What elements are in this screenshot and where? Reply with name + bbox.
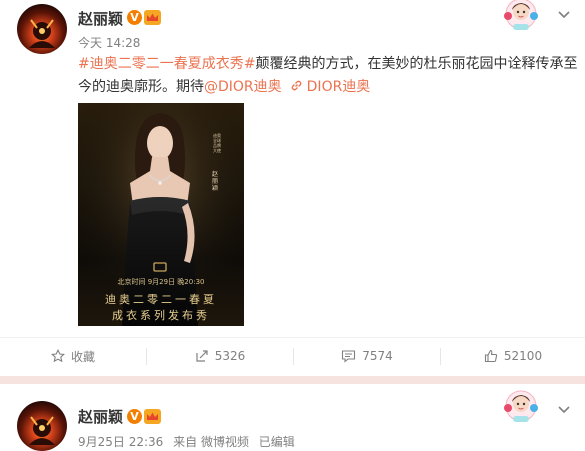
post-content: #迪奥二零二一春夏成衣秀#颠覆经典的方式，在美妙的杜乐丽花园中诠释传承至今的迪奥… — [78, 53, 578, 99]
like-button[interactable]: 52100 — [441, 338, 585, 374]
dior-link-label: DIOR迪奥 — [306, 79, 371, 95]
weibo-post: 赵丽颖 V 今天 14:28 #迪奥二零二一春夏成衣秀#颠覆经典的方式，在美妙的… — [0, 0, 585, 376]
dior-web-link[interactable]: DIOR迪奥 — [290, 79, 371, 95]
chevron-down-icon[interactable] — [557, 10, 571, 20]
avatar[interactable] — [17, 401, 67, 451]
post-image[interactable]: 迪奥全球品牌大使 赵丽颖 北京时间 9月29日 晚20:30 迪奥二零二一春夏 … — [78, 103, 244, 326]
poster-side-name: 赵丽颖 — [212, 171, 220, 192]
post-time[interactable]: 9月25日 22:36 — [78, 435, 163, 449]
verified-badge-icon: V — [127, 409, 142, 424]
favorite-label: 收藏 — [70, 349, 95, 364]
poster-side-caption-text: 迪奥全球品牌大使 — [213, 133, 221, 153]
avatar-image — [29, 416, 55, 445]
avatar[interactable] — [17, 4, 67, 54]
thumbs-up-icon — [484, 349, 498, 363]
comment-icon — [342, 350, 356, 363]
like-count: 52100 — [503, 349, 543, 363]
favorite-button[interactable]: 收藏 — [0, 338, 146, 374]
action-bar: 收藏 5326 7574 52100 — [0, 337, 585, 373]
author-name[interactable]: 赵丽颖 — [78, 8, 123, 29]
repost-count: 5326 — [214, 349, 246, 363]
post-time[interactable]: 今天 14:28 — [78, 36, 140, 50]
poster-side-name-text: 赵丽颖 — [212, 171, 219, 192]
repost-icon — [196, 350, 208, 362]
repost-button[interactable]: 5326 — [147, 338, 293, 374]
weibo-post: 赵丽颖 V 9月25日 22:36 来自 微博视频 已编辑 — [0, 384, 585, 451]
poster-side-caption: 迪奥全球品牌大使 — [213, 133, 221, 153]
edited-label[interactable]: 已编辑 — [259, 435, 295, 449]
poster-title-line1: 迪奥二零二一春夏 — [105, 293, 217, 306]
feed-separator — [0, 376, 585, 384]
fan-badge-icon[interactable] — [499, 0, 543, 34]
link-icon — [291, 80, 302, 91]
post-source[interactable]: 来自 微博视频 — [173, 435, 249, 449]
vip-crown-icon[interactable] — [144, 10, 161, 25]
hashtag-link[interactable]: #迪奥二零二一春夏成衣秀# — [78, 56, 255, 72]
fan-badge-icon[interactable] — [499, 386, 543, 426]
star-icon — [50, 349, 65, 363]
mention-link[interactable]: @DIOR迪奥 — [204, 79, 282, 95]
chevron-down-icon[interactable] — [557, 405, 571, 415]
vip-crown-icon[interactable] — [144, 409, 161, 424]
verified-badge-icon: V — [127, 10, 142, 25]
comment-count: 7574 — [362, 349, 393, 363]
post-meta: 今天 14:28 — [78, 34, 140, 51]
post-meta: 9月25日 22:36 来自 微博视频 已编辑 — [78, 433, 295, 450]
avatar-image — [29, 19, 55, 48]
poster-date: 北京时间 9月29日 晚20:30 — [117, 278, 205, 286]
author-name[interactable]: 赵丽颖 — [78, 406, 123, 427]
comment-button[interactable]: 7574 — [294, 338, 440, 374]
poster-title-line2: 成衣系列发布秀 — [112, 309, 210, 322]
